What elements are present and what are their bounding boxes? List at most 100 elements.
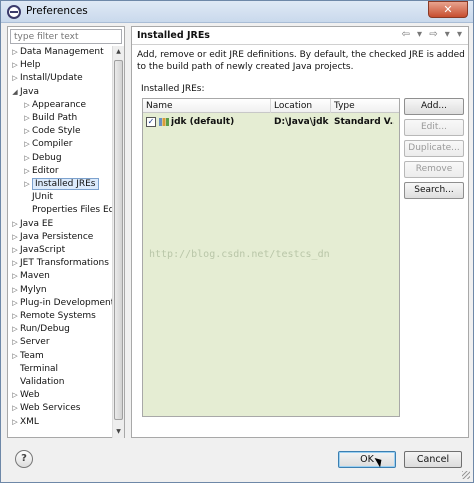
preferences-window: Preferences ✕ ▷Data Management▷Help▷Inst… [0, 0, 474, 483]
tree-item[interactable]: Validation [10, 376, 64, 389]
tree-item-label: Mylyn [20, 284, 47, 295]
tree-item[interactable]: ▷ Editor [22, 165, 59, 178]
tree-item[interactable]: ▷ Build Path [22, 112, 77, 125]
collapsed-arrow-icon[interactable]: ▷ [10, 297, 20, 310]
tree-item[interactable]: Terminal [10, 363, 58, 376]
page-title: Installed JREs [137, 30, 210, 41]
edit-button[interactable]: Edit... [404, 119, 464, 136]
tree-item[interactable]: ▷ Code Style [22, 125, 80, 138]
collapsed-arrow-icon[interactable]: ▷ [10, 336, 20, 349]
column-header-location[interactable]: Location [271, 99, 331, 113]
preferences-tree-panel: ▷Data Management▷Help▷Install/Update◢Jav… [7, 26, 125, 438]
tree-item[interactable]: ▷ JET Transformations [10, 257, 109, 270]
default-jre-checkbox[interactable]: ✓ [146, 117, 156, 127]
scroll-up-icon[interactable]: ▲ [113, 46, 124, 58]
filter-field[interactable] [10, 29, 122, 44]
tree-item-label: Build Path [32, 113, 78, 123]
collapsed-arrow-icon[interactable]: ▷ [10, 402, 20, 415]
collapsed-arrow-icon[interactable]: ▷ [22, 152, 32, 165]
remove-button[interactable]: Remove [404, 161, 464, 178]
tree-item[interactable]: ▷ Installed JREs [22, 178, 99, 191]
history-nav-arrows[interactable]: ⇦ ▾ ⇨ ▾ ▾ [401, 29, 464, 40]
tree-item-label: Run/Debug [20, 324, 70, 335]
tree-item[interactable]: ▷ JavaScript [10, 244, 65, 257]
tree-item[interactable]: ▷ Compiler [22, 138, 72, 151]
collapsed-arrow-icon[interactable]: ▷ [10, 231, 20, 244]
tree-item-label: JUnit [32, 192, 53, 203]
collapsed-arrow-icon[interactable]: ▷ [10, 416, 20, 429]
collapsed-arrow-icon[interactable]: ▷ [10, 389, 20, 402]
collapsed-arrow-icon[interactable]: ▷ [10, 270, 20, 283]
tree-item[interactable]: Properties Files Ed [22, 204, 112, 217]
collapsed-arrow-icon[interactable]: ▷ [22, 178, 32, 191]
tree-item[interactable]: ▷ Debug [22, 152, 61, 165]
expanded-arrow-icon[interactable]: ◢ [10, 86, 20, 99]
tree-item-label: Properties Files Ed [32, 205, 112, 216]
close-button[interactable]: ✕ [428, 1, 468, 18]
tree-item-label: Editor [32, 165, 59, 176]
collapsed-arrow-icon[interactable]: ▷ [10, 323, 20, 336]
add-button[interactable]: Add... [404, 98, 464, 115]
page-description: Add, remove or edit JRE definitions. By … [137, 50, 465, 72]
tree-item[interactable]: ▷ Java Persistence [10, 231, 93, 244]
tree-item-label: Java EE [20, 218, 54, 229]
tree-item[interactable]: ▷ Plug-in Development [10, 297, 112, 310]
tree-item[interactable]: ▷ Web Services [10, 402, 80, 415]
tree-item-label: Validation [20, 377, 65, 387]
tree-item[interactable]: ▷ Install/Update [10, 72, 83, 85]
tree-item-label: Java Persistence [20, 231, 94, 242]
collapsed-arrow-icon[interactable]: ▷ [10, 59, 20, 72]
search-button[interactable]: Search... [404, 182, 464, 199]
collapsed-arrow-icon[interactable]: ▷ [10, 284, 20, 297]
tree-item[interactable]: ▷ Java EE [10, 218, 53, 231]
jre-location-cell: D:\Java\jdk [274, 117, 329, 127]
preferences-tree: ▷ Data Management ▷ Help ▷ Install/Update ◢ Jav… [8, 46, 112, 438]
filter-input[interactable] [11, 30, 121, 43]
cancel-button[interactable]: Cancel [404, 451, 462, 468]
column-header-type[interactable]: Type [331, 99, 399, 113]
collapsed-arrow-icon[interactable]: ▷ [10, 244, 20, 257]
collapsed-arrow-icon[interactable]: ▷ [22, 165, 32, 178]
scroll-thumb[interactable] [114, 60, 123, 420]
scroll-down-icon[interactable]: ▼ [113, 426, 124, 438]
table-row[interactable]: ✓ jdk (default) D:\Java\jdk Standard V..… [143, 115, 399, 129]
collapsed-arrow-icon[interactable]: ▷ [10, 218, 20, 231]
ok-button[interactable]: OK [338, 451, 396, 468]
duplicate-button[interactable]: Duplicate... [404, 140, 464, 157]
installed-jres-table[interactable]: Name Location Type ✓ jdk (default) D:\Ja… [142, 98, 400, 417]
tree-item[interactable]: ▷ Mylyn [10, 284, 47, 297]
help-icon[interactable]: ? [15, 450, 33, 468]
collapsed-arrow-icon[interactable]: ▷ [10, 310, 20, 323]
title-bar[interactable]: Preferences ✕ [1, 1, 473, 23]
tree-item[interactable]: ▷ Remote Systems [10, 310, 96, 323]
collapsed-arrow-icon[interactable]: ▷ [10, 72, 20, 85]
column-header-name[interactable]: Name [143, 99, 271, 113]
tree-item[interactable]: ▷ Server [10, 336, 49, 349]
collapsed-arrow-icon[interactable]: ▷ [10, 46, 20, 59]
tree-item[interactable]: ▷ Run/Debug [10, 323, 70, 336]
collapsed-arrow-icon[interactable]: ▷ [22, 125, 32, 138]
tree-item[interactable]: ◢ Java [10, 86, 39, 99]
tree-item-label: Team [20, 350, 44, 361]
collapsed-arrow-icon[interactable]: ▷ [10, 257, 20, 270]
tree-item[interactable]: ▷ Appearance [22, 99, 86, 112]
collapsed-arrow-icon[interactable]: ▷ [22, 99, 32, 112]
tree-item[interactable]: ▷ Help [10, 59, 40, 72]
installed-jres-label: Installed JREs: [141, 84, 205, 94]
collapsed-arrow-icon[interactable]: ▷ [10, 350, 20, 363]
tree-item[interactable]: ▷ Web [10, 389, 39, 402]
tree-item[interactable]: ▷ XML [10, 416, 39, 429]
tree-item-label: Plug-in Development [20, 297, 112, 308]
tree-item[interactable]: ▷ Data Management [10, 46, 103, 59]
tree-item[interactable]: ▷ Team [10, 350, 44, 363]
collapsed-arrow-icon[interactable]: ▷ [22, 138, 32, 151]
tree-item-label: Install/Update [20, 73, 83, 84]
resize-grip[interactable] [462, 471, 470, 479]
tree-item-label: Installed JREs [32, 178, 99, 190]
collapsed-arrow-icon[interactable]: ▷ [22, 112, 32, 125]
tree-scrollbar[interactable]: ▲ ▼ [112, 46, 124, 438]
tree-item[interactable]: ▷ Maven [10, 270, 50, 283]
tree-item[interactable]: JUnit [22, 191, 53, 204]
tree-item-label: Java [20, 86, 40, 97]
tree-item-label: Maven [20, 271, 50, 282]
